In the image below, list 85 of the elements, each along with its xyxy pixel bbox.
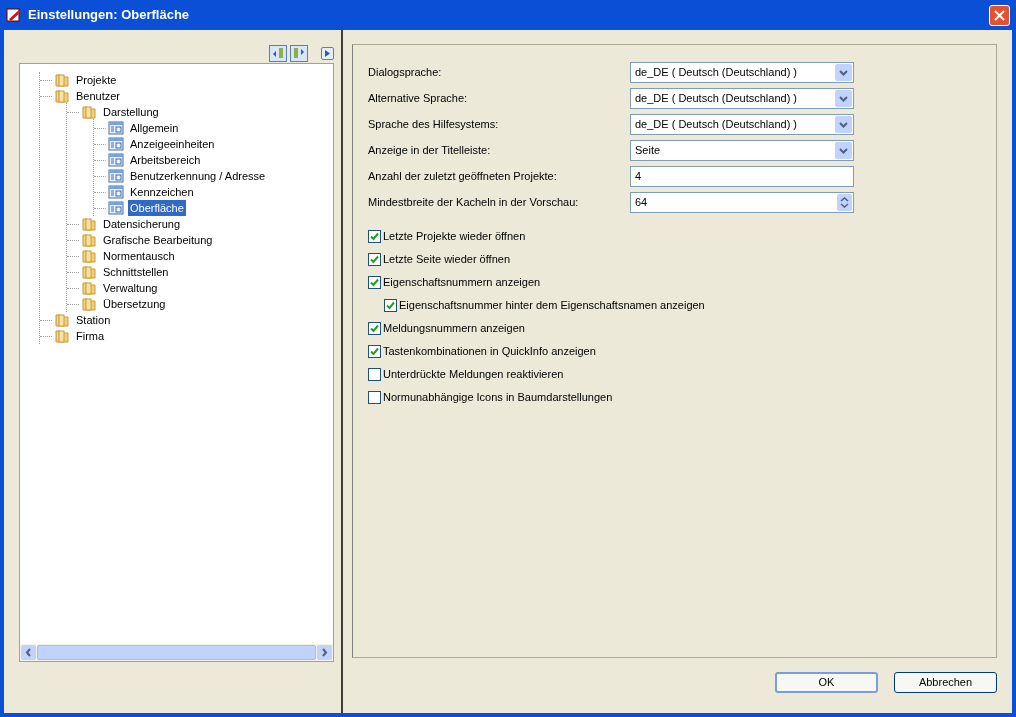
checkbox-label[interactable]: Eigenschaftsnummer hinter dem Eigenschaftsnamen anzeigen [399, 297, 705, 314]
play-button[interactable] [321, 46, 334, 60]
folder-icon [81, 248, 97, 264]
tree-expand-icon [293, 48, 305, 58]
checkbox[interactable] [368, 391, 381, 404]
number-input[interactable]: 4 [630, 165, 854, 187]
checkbox-label[interactable]: Unterdrückte Meldungen reaktivieren [383, 366, 564, 383]
dropdown[interactable]: de_DE ( Deutsch (Deutschland) ) [630, 87, 854, 109]
folder-icon [54, 328, 70, 344]
tree-item[interactable]: Übersetzung [101, 296, 168, 312]
checkbox[interactable] [368, 253, 381, 266]
checkbox-label[interactable]: Normunabhängige Icons in Baumdarstellungen [383, 389, 613, 406]
play-icon [324, 49, 331, 57]
check-icon [386, 301, 395, 310]
checkbox-label[interactable]: Letzte Seite wieder öffnen [383, 251, 510, 268]
tree-item[interactable]: Anzeigeeinheiten [128, 136, 217, 152]
folder-icon [54, 72, 70, 88]
folder-icon [81, 280, 97, 296]
folder-icon [81, 232, 97, 248]
tree-item[interactable]: Allgemein [128, 120, 181, 136]
tree-item[interactable]: Oberfläche [128, 200, 186, 216]
folder-icon [81, 296, 97, 312]
scroll-thumb[interactable] [37, 645, 316, 660]
panel-icon [108, 200, 124, 216]
field-label: Dialogsprache: [368, 64, 443, 80]
panel-icon [108, 136, 124, 152]
checkbox[interactable] [368, 230, 381, 243]
panel-icon [108, 120, 124, 136]
checkbox[interactable] [368, 322, 381, 335]
close-icon [994, 9, 1005, 21]
tree-item[interactable]: Normentausch [101, 248, 177, 264]
check-icon [370, 324, 379, 333]
folder-icon [54, 88, 70, 104]
tree-item[interactable]: Firma [74, 328, 107, 344]
field-label: Anzeige in der Titelleiste: [368, 142, 492, 158]
panel-icon [108, 168, 124, 184]
tree-item[interactable]: Darstellung [101, 104, 161, 120]
folder-icon [81, 264, 97, 280]
checkbox[interactable] [368, 345, 381, 358]
tree-item[interactable]: Benutzer [74, 88, 123, 104]
spinner-arrows-icon [837, 193, 852, 211]
checkbox[interactable] [368, 368, 381, 381]
checkbox[interactable] [368, 276, 381, 289]
tree-collapse-icon [272, 48, 284, 58]
field-label: Mindestbreite der Kacheln in der Vorschau: [368, 194, 580, 210]
panel-icon [108, 152, 124, 168]
window-title: Einstellungen: Oberfläche [28, 6, 190, 25]
scroll-left-icon [21, 645, 36, 660]
dropdown[interactable]: de_DE ( Deutsch (Deutschland) ) [630, 61, 854, 83]
scroll-right-icon [317, 645, 332, 660]
spinner-field[interactable]: 64 [630, 191, 854, 213]
panel-icon [108, 184, 124, 200]
tree-item[interactable]: Schnittstellen [101, 264, 171, 280]
checkbox-label[interactable]: Eigenschaftsnummern anzeigen [383, 274, 541, 291]
tree-item[interactable]: Projekte [74, 72, 119, 88]
tree-item[interactable]: Grafische Bearbeitung [101, 232, 215, 248]
tree-item[interactable]: Kennzeichen [128, 184, 196, 200]
check-icon [370, 347, 379, 356]
tree-item[interactable]: Benutzerkennung / Adresse [128, 168, 268, 184]
tree-item[interactable]: Arbeitsbereich [128, 152, 203, 168]
checkbox-label[interactable]: Tastenkombinationen in QuickInfo anzeigen [383, 343, 596, 360]
dialog-button[interactable]: OK [775, 672, 878, 693]
horizontal-scrollbar[interactable] [20, 644, 333, 661]
folder-icon [81, 104, 97, 120]
checkbox-label[interactable]: Meldungsnummern anzeigen [383, 320, 525, 337]
checkbox[interactable] [384, 299, 397, 312]
check-icon [370, 255, 379, 264]
dropdown[interactable]: de_DE ( Deutsch (Deutschland) ) [630, 113, 854, 135]
dropdown[interactable]: Seite [630, 139, 854, 161]
tree-item[interactable]: Datensicherung [101, 216, 183, 232]
folder-icon [81, 216, 97, 232]
tree-item[interactable]: Verwaltung [101, 280, 160, 296]
folder-icon [54, 312, 70, 328]
checkbox-label[interactable]: Letzte Projekte wieder öffnen [383, 228, 526, 245]
close-button[interactable] [989, 4, 1010, 26]
collapse-tree-button[interactable] [269, 44, 287, 62]
check-icon [370, 232, 379, 241]
field-label: Anzahl der zuletzt geöffneten Projekte: [368, 168, 558, 184]
app-icon [6, 7, 22, 23]
expand-tree-button[interactable] [290, 44, 308, 62]
tree-item[interactable]: Station [74, 312, 113, 328]
field-label: Alternative Sprache: [368, 90, 469, 106]
field-label: Sprache des Hilfesystems: [368, 116, 500, 132]
dialog-button[interactable]: Abbrechen [894, 672, 997, 693]
check-icon [370, 278, 379, 287]
